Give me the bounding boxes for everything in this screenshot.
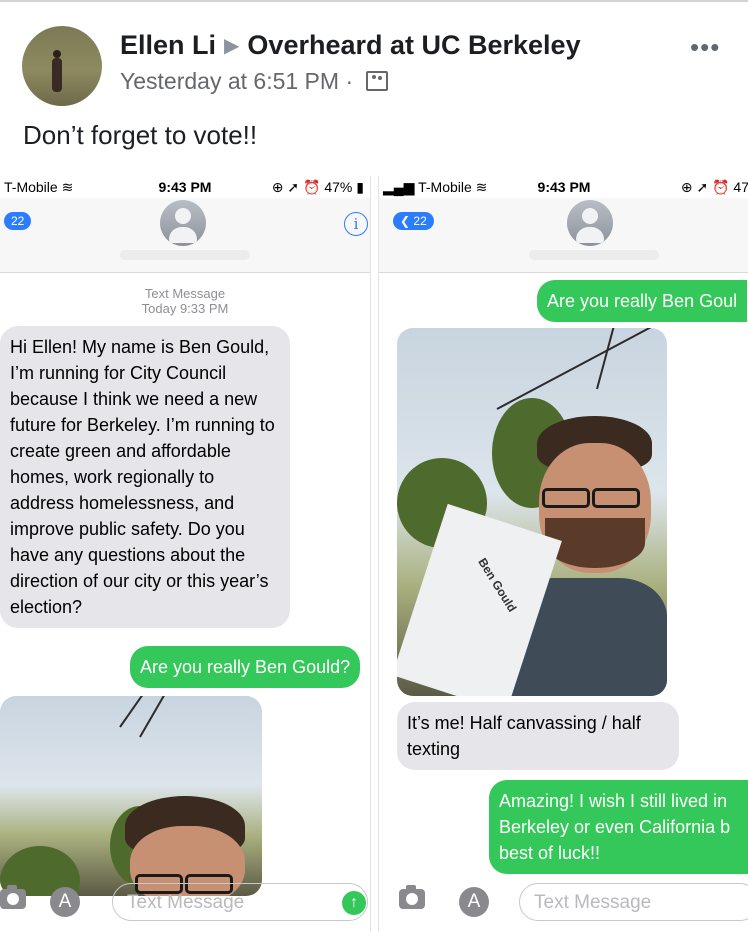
screenshot-right: ▂▄▆ T-Mobile ≋ 9:43 PM ⊕ ➚ ⏰ 47 ❮ 22 Are…	[378, 176, 748, 931]
post-text: Don’t forget to vote!!	[23, 120, 258, 150]
author-avatar[interactable]	[22, 26, 102, 106]
send-icon[interactable]: ↑	[342, 891, 366, 915]
conversation-header: ❮ 22	[379, 198, 748, 273]
message-input[interactable]: Text Message	[112, 883, 368, 921]
more-options-icon[interactable]: •••	[690, 32, 720, 63]
incoming-message-bubble: Hi Ellen! My name is Ben Gould, I’m runn…	[0, 326, 290, 628]
photo-message[interactable]: Ben Gould	[397, 328, 667, 696]
post-header: Ellen Li ▶ Overheard at UC Berkeley Yester…	[0, 0, 748, 115]
info-icon[interactable]: i	[344, 212, 368, 236]
status-bar: T-Mobile ≋ 9:43 PM ⊕ ➚ ⏰ 47% ▮	[0, 176, 370, 198]
author-name[interactable]: Ellen Li	[120, 30, 216, 60]
message-timestamp: Text Message Today 9:33 PM	[0, 286, 370, 316]
screenshot-left: T-Mobile ≋ 9:43 PM ⊕ ➚ ⏰ 47% ▮ 22 i Text…	[0, 176, 371, 931]
battery-percent: 47	[733, 179, 748, 195]
status-indicators: ⊕ ➚ ⏰ 47% ▮	[271, 179, 364, 195]
outgoing-message-bubble: Are you really Ben Gould?	[130, 646, 361, 688]
camera-icon[interactable]	[0, 885, 26, 909]
contact-name-redacted	[120, 250, 250, 260]
group-audience-icon	[365, 71, 388, 91]
message-input[interactable]: Text Message	[519, 883, 748, 921]
contact-avatar-icon[interactable]	[160, 200, 206, 246]
input-bar: A Text Message ↑	[0, 881, 370, 925]
arrow-right-icon: ▶	[224, 35, 240, 57]
battery-icon: ▮	[356, 179, 364, 195]
conversation-header: 22 i	[0, 198, 370, 273]
camera-icon[interactable]	[399, 885, 425, 909]
status-indicators: ⊕ ➚ ⏰ 47	[680, 179, 748, 195]
post-meta: Yesterday at 6:51 PM ·	[120, 68, 388, 95]
meta-separator: ·	[345, 68, 354, 94]
back-badge[interactable]: 22	[4, 212, 32, 230]
app-store-icon[interactable]: A	[50, 887, 80, 917]
status-bar: ▂▄▆ T-Mobile ≋ 9:43 PM ⊕ ➚ ⏰ 47	[379, 176, 748, 198]
outgoing-message-bubble: Are you really Ben Goul	[537, 280, 748, 322]
timestamp-value: Today 9:33 PM	[141, 301, 229, 316]
outgoing-message-bubble: Amazing! I wish I still lived in Berkele…	[489, 780, 748, 874]
chevron-left-icon: ❮	[400, 214, 411, 228]
photo-message[interactable]	[0, 696, 262, 896]
app-store-icon[interactable]: A	[459, 887, 489, 917]
input-bar: A Text Message	[379, 881, 748, 925]
group-name[interactable]: Overheard at UC Berkeley	[247, 30, 580, 60]
post-timestamp[interactable]: Yesterday at 6:51 PM	[120, 68, 339, 94]
back-badge[interactable]: ❮ 22	[393, 212, 434, 230]
contact-avatar-icon[interactable]	[567, 200, 613, 246]
incoming-message-bubble: It’s me! Half canvassing / half texting	[397, 702, 679, 770]
post-author-line: Ellen Li ▶ Overheard at UC Berkeley	[120, 30, 581, 61]
timestamp-label: Text Message	[144, 286, 226, 301]
contact-name-redacted	[529, 250, 659, 260]
battery-percent: 47%	[324, 179, 353, 195]
